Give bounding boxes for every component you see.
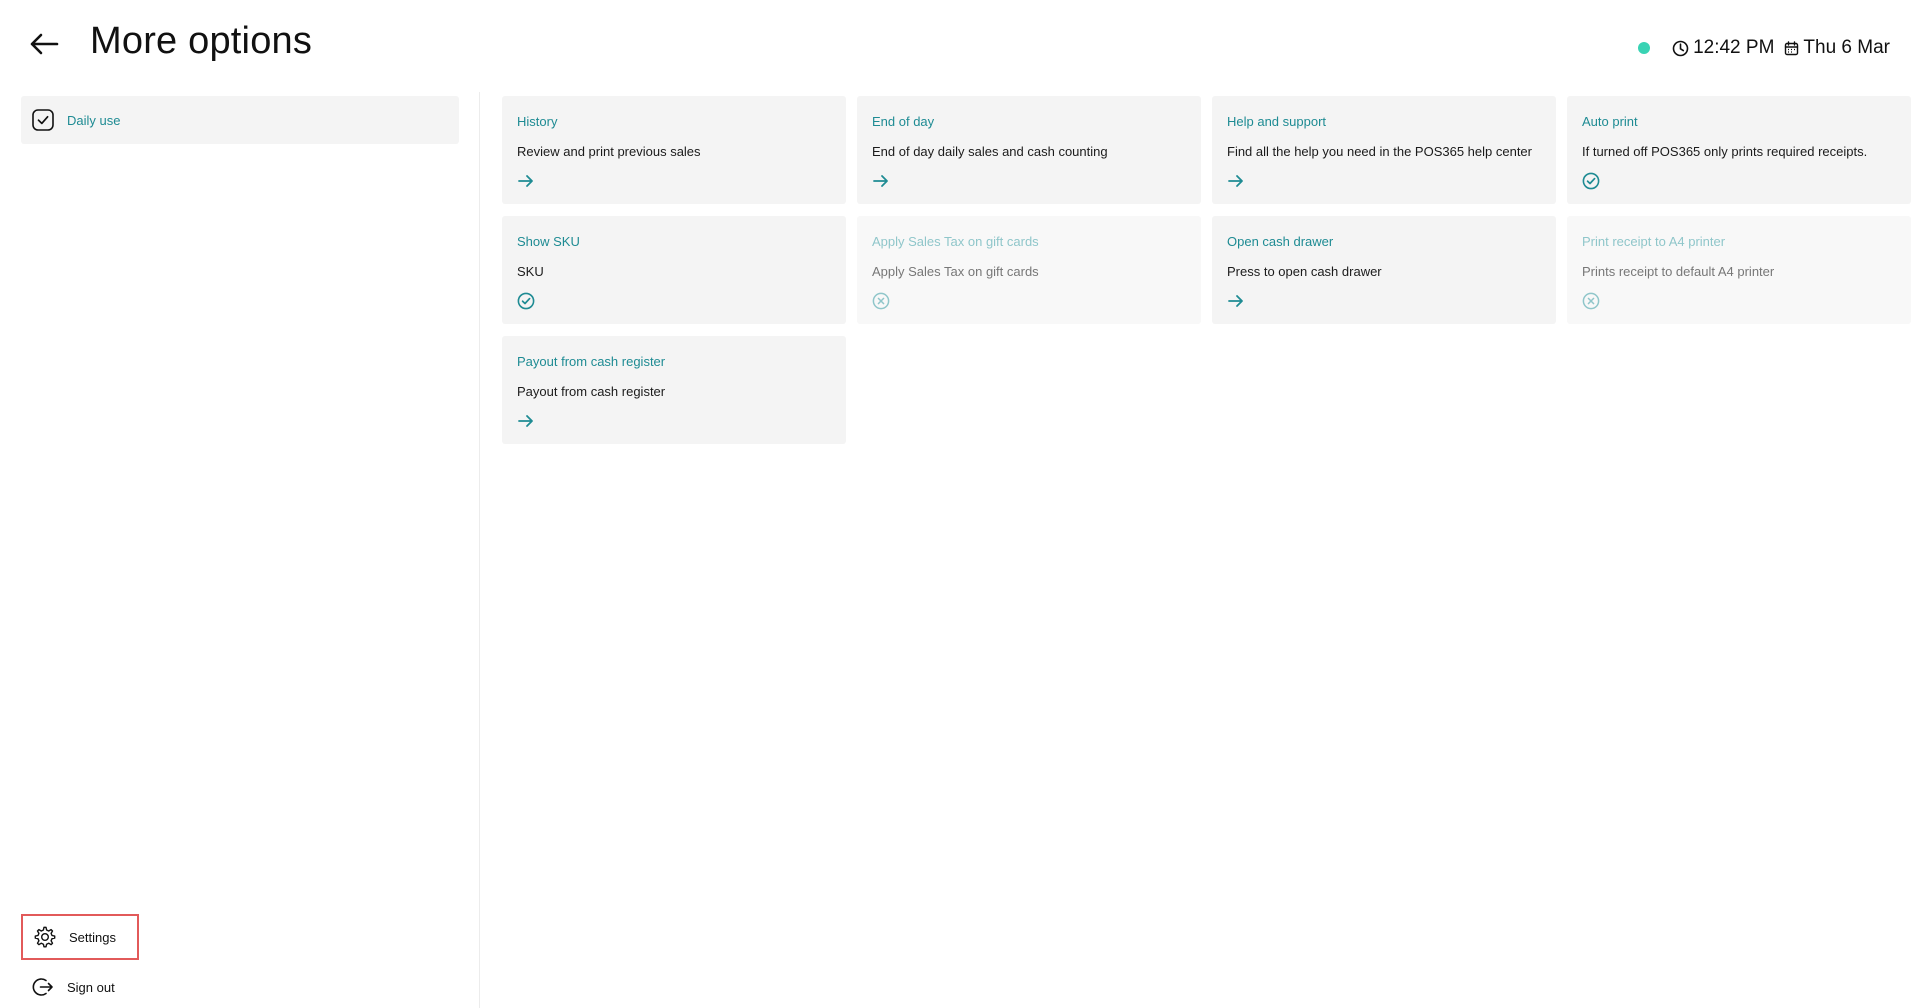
card-show-sku[interactable]: Show SKU SKU [502, 216, 846, 324]
sign-out-icon [32, 978, 53, 996]
sidebar-item-daily-use[interactable]: Daily use [21, 96, 459, 144]
header: More options 12:42 PM Thu 6 Mar [0, 0, 1920, 92]
settings-button[interactable]: Settings [21, 914, 139, 960]
date-text: Thu 6 Mar [1803, 37, 1890, 58]
x-circle-icon [1582, 292, 1600, 310]
card-title: Help and support [1227, 114, 1327, 129]
card-description: Press to open cash drawer [1227, 264, 1382, 279]
status-area: 12:42 PM Thu 6 Mar [1638, 34, 1890, 62]
arrow-right-icon [872, 172, 890, 190]
card-print-receipt-a4[interactable]: Print receipt to A4 printer Prints recei… [1567, 216, 1911, 324]
card-title: History [517, 114, 558, 129]
arrow-right-icon [517, 172, 535, 190]
back-button[interactable] [26, 26, 62, 62]
card-description: Apply Sales Tax on gift cards [872, 264, 1039, 279]
arrow-left-icon [30, 33, 59, 55]
card-title: Auto print [1582, 114, 1638, 129]
arrow-right-icon [517, 412, 535, 430]
options-grid: History Review and print previous sales … [502, 96, 1911, 996]
online-status-dot [1638, 42, 1651, 54]
sidebar: Daily use Settings Sign out [0, 92, 480, 1008]
card-description: Payout from cash register [517, 384, 666, 399]
arrow-right-icon [1227, 292, 1245, 310]
sign-out-label: Sign out [67, 979, 115, 995]
gear-icon [34, 926, 56, 948]
card-title: End of day [872, 114, 935, 129]
card-apply-sales-tax-gift-cards[interactable]: Apply Sales Tax on gift cards Apply Sale… [857, 216, 1201, 324]
check-circle-icon [1582, 172, 1600, 190]
card-description: If turned off POS365 only prints require… [1582, 144, 1868, 159]
checkbox-checked-icon [32, 109, 54, 131]
clock-icon [1672, 40, 1689, 56]
card-help-and-support[interactable]: Help and support Find all the help you n… [1212, 96, 1556, 204]
card-title: Apply Sales Tax on gift cards [872, 234, 1039, 249]
card-open-cash-drawer[interactable]: Open cash drawer Press to open cash draw… [1212, 216, 1556, 324]
card-history[interactable]: History Review and print previous sales [502, 96, 846, 204]
card-description: End of day daily sales and cash counting [872, 144, 1108, 159]
card-title: Print receipt to A4 printer [1582, 234, 1726, 249]
card-auto-print[interactable]: Auto print If turned off POS365 only pri… [1567, 96, 1911, 204]
settings-label: Settings [69, 929, 116, 945]
time-text: 12:42 PM [1693, 37, 1775, 58]
card-title: Payout from cash register [517, 354, 666, 369]
clock-display: 12:42 PM [1672, 37, 1774, 59]
card-description: Review and print previous sales [517, 144, 701, 159]
sidebar-item-label: Daily use [67, 112, 121, 128]
arrow-right-icon [1227, 172, 1245, 190]
x-circle-icon [872, 292, 890, 310]
date-display: Thu 6 Mar [1784, 37, 1890, 59]
page-title: More options [90, 20, 313, 62]
card-description: SKU [517, 264, 544, 279]
calendar-icon [1785, 40, 1799, 55]
check-circle-icon [517, 292, 535, 310]
card-end-of-day[interactable]: End of day End of day daily sales and ca… [857, 96, 1201, 204]
app-root: More options 12:42 PM Thu 6 Mar Daily us… [0, 0, 1920, 1008]
card-title: Show SKU [517, 234, 580, 249]
card-description: Find all the help you need in the POS365… [1227, 144, 1532, 159]
card-payout-from-cash-register[interactable]: Payout from cash register Payout from ca… [502, 336, 846, 444]
sign-out-button[interactable]: Sign out [21, 964, 139, 1008]
card-description: Prints receipt to default A4 printer [1582, 264, 1775, 279]
card-title: Open cash drawer [1227, 234, 1334, 249]
